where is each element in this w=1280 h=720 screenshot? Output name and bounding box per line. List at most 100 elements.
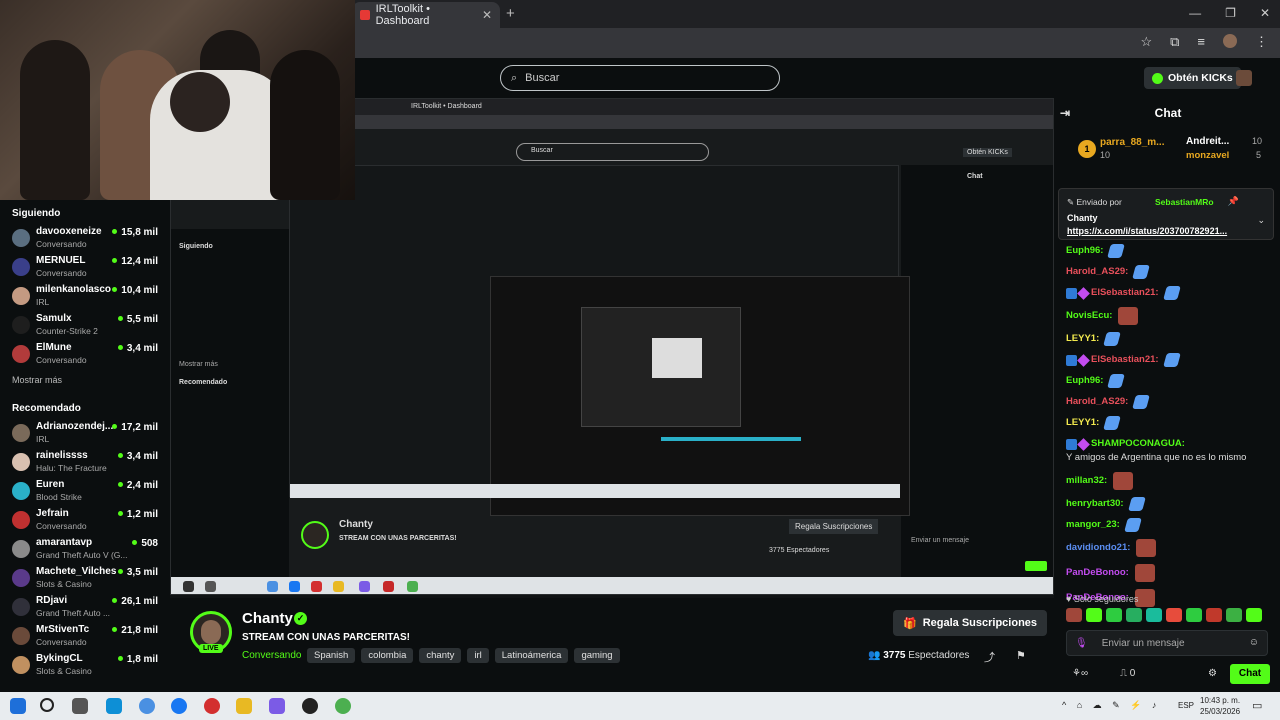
- stream-tag[interactable]: Spanish: [307, 648, 356, 663]
- chat-username[interactable]: Euph96:: [1066, 244, 1103, 258]
- sidebar-channel[interactable]: Euren Blood Strike 2,4 mil: [12, 479, 168, 508]
- pinned-by-user[interactable]: SebastianMRo: [1155, 197, 1214, 207]
- chat-username[interactable]: SHAMPOCONAGUA:: [1091, 437, 1185, 451]
- emote-icon[interactable]: [1186, 608, 1202, 622]
- clock[interactable]: 10:43 p. m. 25/03/2026: [1200, 695, 1240, 717]
- bookmark-star-icon[interactable]: ☆: [1140, 34, 1152, 50]
- collapse-chat-icon[interactable]: ⇥: [1060, 106, 1070, 120]
- emoji-icon[interactable]: ☺: [1249, 637, 1259, 648]
- get-kicks-button[interactable]: Obtén KICKs: [1144, 67, 1241, 89]
- tab-title: IRLToolkit • Dashboard: [375, 3, 430, 27]
- follow-user-icon[interactable]: ⚑: [1016, 649, 1026, 662]
- chat-username[interactable]: ElSebastian21:: [1091, 286, 1159, 300]
- sidebar-channel[interactable]: davooxeneize Conversando 15,8 mil: [12, 226, 168, 255]
- share-icon[interactable]: ⤴: [984, 649, 995, 665]
- sidebar-channel[interactable]: ElMune Conversando 3,4 mil: [12, 342, 168, 371]
- emote-icon[interactable]: [1246, 608, 1262, 622]
- channel-avatar: [12, 482, 30, 500]
- chat-username[interactable]: davidiondo21:: [1066, 541, 1130, 555]
- user-avatar[interactable]: [1236, 70, 1252, 86]
- chat-username[interactable]: ElSebastian21:: [1091, 353, 1159, 367]
- send-chat-button[interactable]: Chat: [1230, 664, 1270, 684]
- system-tray-icons[interactable]: ^ ⌂ ☁ ✎ ⚡ ♪: [1062, 700, 1160, 711]
- search-icon[interactable]: [40, 698, 54, 712]
- stream-tag[interactable]: irl: [467, 648, 489, 663]
- streamer-name[interactable]: Chanty: [242, 610, 293, 627]
- chevron-down-icon[interactable]: ⌄: [1257, 215, 1265, 226]
- sidebar-channel[interactable]: MERNUEL Conversando 12,4 mil: [12, 255, 168, 284]
- chat-username[interactable]: Harold_AS29:: [1066, 265, 1128, 279]
- chrome-icon[interactable]: [139, 698, 155, 714]
- leader-name[interactable]: Andreit...: [1186, 136, 1229, 147]
- sidebar-channel[interactable]: amarantavp Grand Theft Auto V (G... 508: [12, 537, 168, 566]
- menu-kebab-icon[interactable]: ⋮: [1255, 34, 1268, 50]
- chat-username[interactable]: millan32:: [1066, 474, 1107, 488]
- chat-message: Euph96:: [1066, 374, 1272, 388]
- emote-icon[interactable]: [1166, 608, 1182, 622]
- extensions-icon[interactable]: ⧉: [1170, 34, 1179, 50]
- profile-avatar[interactable]: [1223, 34, 1237, 48]
- new-tab-button[interactable]: +: [506, 5, 515, 22]
- facebook-icon[interactable]: [171, 698, 187, 714]
- chat-input[interactable]: 🎙 Enviar un mensaje ☺: [1066, 630, 1268, 656]
- maximize-button[interactable]: ❐: [1225, 6, 1236, 20]
- pinned-author[interactable]: Chanty: [1067, 213, 1098, 223]
- sidebar-channel[interactable]: Samulx Counter-Strike 2 5,5 mil: [12, 313, 168, 342]
- unpin-icon[interactable]: 📌: [1228, 196, 1239, 207]
- minimize-button[interactable]: —: [1189, 6, 1201, 20]
- sidebar-channel[interactable]: milenkanolasco IRL 10,4 mil: [12, 284, 168, 313]
- show-more-link[interactable]: Mostrar más: [12, 375, 168, 385]
- search-input[interactable]: ⌕ Buscar: [500, 65, 780, 91]
- emote-icon[interactable]: [1146, 608, 1162, 622]
- verified-icon: ✓: [294, 612, 307, 625]
- obs-icon[interactable]: [302, 698, 318, 714]
- gear-icon[interactable]: ⚙: [1208, 668, 1217, 679]
- discord-icon[interactable]: [269, 698, 285, 714]
- chat-username[interactable]: henrybart30:: [1066, 497, 1124, 511]
- emote-icon[interactable]: [1106, 608, 1122, 622]
- stream-tag[interactable]: chanty: [419, 648, 462, 663]
- emote-icon[interactable]: [1086, 608, 1102, 622]
- emote-icon[interactable]: [1126, 608, 1142, 622]
- sidebar-channel[interactable]: Machete_Vilches Slots & Casino 3,5 mil: [12, 566, 168, 595]
- chat-username[interactable]: LEYY1:: [1066, 416, 1099, 430]
- browser-tab[interactable]: IRLToolkit • Dashboard ✕: [352, 2, 500, 28]
- chat-username[interactable]: PanDeBonoo:: [1066, 566, 1129, 580]
- sidebar-channel[interactable]: rainelissss Halu: The Fracture 3,4 mil: [12, 450, 168, 479]
- chat-username[interactable]: mangor_23:: [1066, 518, 1120, 532]
- stream-tag[interactable]: Latinoámerica: [494, 648, 569, 663]
- stream-tag[interactable]: gaming: [574, 648, 620, 663]
- leader-name[interactable]: monzavel: [1186, 150, 1229, 161]
- leader-name[interactable]: parra_88_m...: [1100, 137, 1165, 148]
- file-explorer-icon[interactable]: [236, 698, 252, 714]
- sidebar-channel[interactable]: MrStivenTc Conversando 21,8 mil: [12, 624, 168, 653]
- task-view-icon[interactable]: [72, 698, 88, 714]
- stream-category[interactable]: Conversando: [242, 650, 301, 661]
- chat-username[interactable]: Euph96:: [1066, 374, 1103, 388]
- sidebar-channel[interactable]: BykingCL Slots & Casino 1,8 mil: [12, 653, 168, 682]
- chat-username[interactable]: NovisEcu:: [1066, 309, 1112, 323]
- sidebar-channel[interactable]: Jefrain Conversando 1,2 mil: [12, 508, 168, 537]
- sidebar-channel[interactable]: RDjavi Grand Theft Auto ... 26,1 mil: [12, 595, 168, 624]
- chat-username[interactable]: Harold_AS29:: [1066, 395, 1128, 409]
- emote-icon[interactable]: [1206, 608, 1222, 622]
- close-window-button[interactable]: ✕: [1260, 6, 1270, 20]
- emote-icon[interactable]: [1226, 608, 1242, 622]
- chat-username[interactable]: LEYY1:: [1066, 332, 1099, 346]
- sidebar-channel[interactable]: Adrianozendej... IRL 17,2 mil: [12, 421, 168, 450]
- language-indicator[interactable]: ESP: [1178, 701, 1194, 710]
- opera-icon[interactable]: [204, 698, 220, 714]
- gift-subs-button[interactable]: 🎁 Regala Suscripciones: [893, 610, 1048, 636]
- tab-close-icon[interactable]: ✕: [482, 8, 492, 22]
- gift-kicks-button[interactable]: ⎍ 0: [1120, 668, 1135, 679]
- edge-icon[interactable]: [106, 698, 122, 714]
- kicks-icon[interactable]: ⚘∞: [1072, 668, 1088, 679]
- mic-icon[interactable]: 🎙: [1075, 638, 1088, 649]
- media-icon[interactable]: ≡: [1197, 34, 1205, 50]
- emote-icon[interactable]: [1066, 608, 1082, 622]
- chrome-profile-icon[interactable]: [335, 698, 351, 714]
- stream-tag[interactable]: colombia: [361, 648, 414, 663]
- notifications-icon[interactable]: ▭: [1252, 699, 1262, 712]
- windows-start-icon[interactable]: [10, 698, 26, 714]
- pinned-link[interactable]: https://x.com/i/status/203700782921...: [1067, 226, 1227, 236]
